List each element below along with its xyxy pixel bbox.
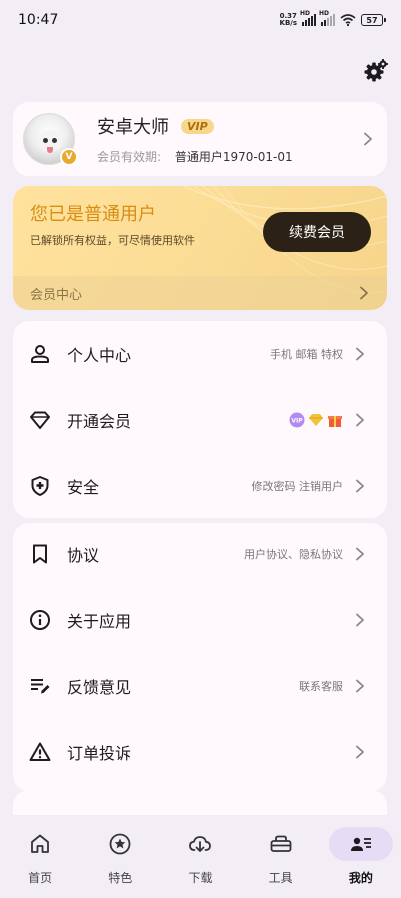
menu-label: 协议 bbox=[67, 546, 100, 565]
chevron-right-icon bbox=[356, 413, 364, 427]
menu-card-account: 个人中心 手机 邮箱 特权 开通会员 VIP 安全 修改密码 注销用户 bbox=[13, 321, 387, 518]
warning-icon bbox=[29, 742, 51, 761]
profile-info: 安卓大师 VIP 会员有效期: 普通用户1970-01-01 bbox=[97, 113, 293, 165]
menu-hint: 修改密码 注销用户 bbox=[251, 480, 344, 493]
member-center-link[interactable]: 会员中心 bbox=[13, 276, 387, 310]
nav-label: 我的 bbox=[348, 871, 373, 885]
signal-icon: HD bbox=[319, 10, 335, 26]
menu-label: 订单投诉 bbox=[67, 744, 132, 763]
svg-text:VIP: VIP bbox=[291, 418, 303, 425]
profile-card[interactable]: V 安卓大师 VIP 会员有效期: 普通用户1970-01-01 bbox=[13, 102, 387, 176]
edit-list-icon bbox=[31, 679, 50, 694]
nav-item-home[interactable]: 首页 bbox=[0, 815, 80, 898]
vip-benefit-icons: VIP bbox=[289, 412, 343, 428]
vip-badge-icon: VIP bbox=[289, 412, 305, 428]
info-icon bbox=[30, 610, 50, 630]
menu-hint: 联系客服 bbox=[299, 680, 343, 693]
home-icon bbox=[31, 834, 49, 853]
profile-name: 安卓大师 bbox=[97, 117, 169, 138]
menu-label: 关于应用 bbox=[67, 612, 132, 631]
nav-item-featured[interactable]: 特色 bbox=[80, 815, 160, 898]
menu-card-info: 协议 用户协议、隐私协议 关于应用 反馈意见 联系客服 订单投诉 bbox=[13, 523, 387, 791]
bottom-navigation: 首页 特色 下载 工具 我的 bbox=[0, 815, 401, 898]
menu-label: 反馈意见 bbox=[67, 678, 132, 697]
nav-label: 首页 bbox=[28, 871, 53, 885]
nav-label: 特色 bbox=[108, 871, 133, 885]
menu-item-open-vip[interactable]: 开通会员 VIP bbox=[13, 395, 387, 445]
battery-icon: 57 bbox=[361, 14, 386, 26]
vip-tag: VIP bbox=[181, 118, 214, 134]
status-icons: 0.37 KB/s HD HD 57 bbox=[279, 10, 386, 27]
menu-item-feedback[interactable]: 反馈意见 联系客服 bbox=[13, 661, 387, 711]
nav-label: 工具 bbox=[268, 871, 293, 885]
menu-label: 个人中心 bbox=[67, 346, 132, 365]
wifi-icon bbox=[340, 14, 356, 26]
signal-icon: HD bbox=[300, 10, 316, 26]
star-circle-icon bbox=[109, 833, 131, 855]
menu-item-order-complaint[interactable]: 订单投诉 bbox=[13, 727, 387, 777]
avatar[interactable]: V bbox=[23, 113, 78, 166]
vip-v-badge: V bbox=[60, 148, 78, 166]
chevron-right-icon bbox=[356, 347, 364, 361]
toolbox-icon bbox=[270, 835, 291, 852]
nav-label: 下载 bbox=[188, 871, 213, 885]
menu-label: 开通会员 bbox=[67, 412, 132, 431]
expiry-label: 会员有效期: bbox=[97, 150, 162, 164]
renew-membership-button[interactable]: 续费会员 bbox=[263, 212, 371, 252]
menu-hint: 手机 邮箱 特权 bbox=[270, 348, 343, 361]
membership-banner: 您已是普通用户 已解锁所有权益，可尽情使用软件 续费会员 会员中心 bbox=[13, 186, 387, 310]
status-bar: 10:47 0.37 KB/s HD HD 57 bbox=[0, 0, 401, 40]
gift-icon bbox=[327, 412, 343, 428]
shield-icon bbox=[31, 476, 49, 496]
nav-item-mine[interactable]: 我的 bbox=[321, 815, 401, 898]
chevron-right-icon bbox=[356, 679, 364, 693]
chevron-right-icon bbox=[356, 745, 364, 759]
menu-hint: 用户协议、隐私协议 bbox=[244, 548, 343, 561]
chevron-right-icon bbox=[364, 132, 372, 146]
nav-item-tools[interactable]: 工具 bbox=[241, 815, 321, 898]
member-center-label: 会员中心 bbox=[30, 287, 83, 303]
membership-status-subtitle: 已解锁所有权益，可尽情使用软件 bbox=[30, 234, 195, 247]
profile-list-icon bbox=[350, 837, 371, 851]
bookmark-icon bbox=[33, 544, 47, 564]
cloud-download-icon bbox=[189, 836, 212, 852]
person-icon bbox=[31, 345, 49, 363]
gold-diamond-icon bbox=[308, 412, 324, 428]
settings-gear-icon[interactable] bbox=[363, 58, 389, 84]
menu-item-security[interactable]: 安全 修改密码 注销用户 bbox=[13, 461, 387, 511]
network-speed: 0.37 KB/s bbox=[279, 12, 297, 27]
nav-item-download[interactable]: 下载 bbox=[160, 815, 240, 898]
chevron-right-icon bbox=[356, 547, 364, 561]
diamond-icon bbox=[30, 411, 50, 429]
chevron-right-icon bbox=[360, 286, 368, 300]
expiry-value: 普通用户1970-01-01 bbox=[174, 150, 293, 164]
membership-expiry: 会员有效期: 普通用户1970-01-01 bbox=[97, 148, 293, 165]
menu-item-agreement[interactable]: 协议 用户协议、隐私协议 bbox=[13, 529, 387, 579]
menu-item-about-app[interactable]: 关于应用 bbox=[13, 595, 387, 645]
chevron-right-icon bbox=[356, 479, 364, 493]
chevron-right-icon bbox=[356, 613, 364, 627]
menu-item-personal-center[interactable]: 个人中心 手机 邮箱 特权 bbox=[13, 329, 387, 379]
status-time: 10:47 bbox=[18, 12, 59, 28]
menu-label: 安全 bbox=[67, 478, 100, 497]
membership-status-title: 您已是普通用户 bbox=[30, 204, 156, 225]
